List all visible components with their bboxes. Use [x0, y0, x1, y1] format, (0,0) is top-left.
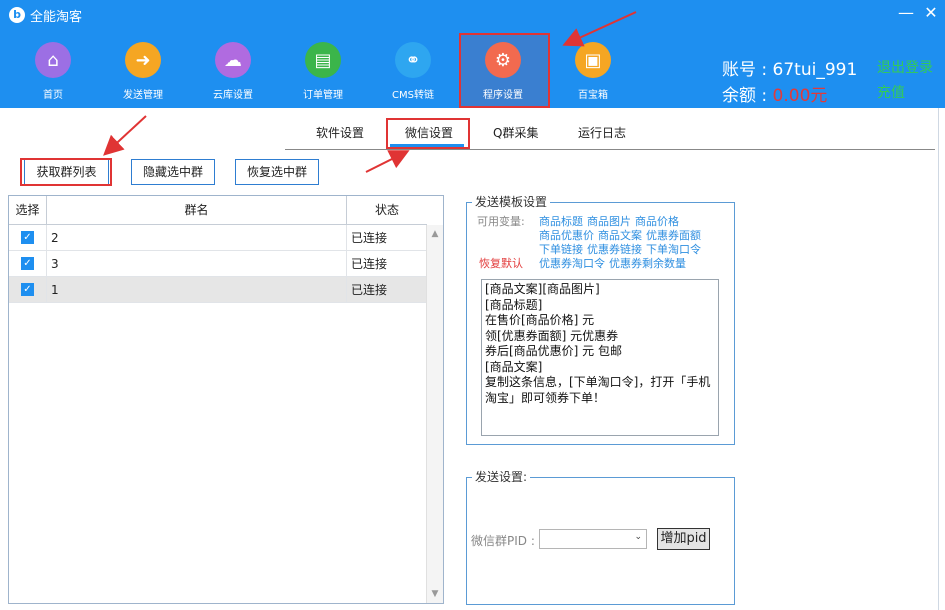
- send-settings-title: 发送设置:: [472, 468, 531, 485]
- var-coupon-remaining[interactable]: 优惠券剩余数量: [609, 255, 686, 271]
- tab-divider: [285, 149, 935, 150]
- tab-qq-collect[interactable]: Q群采集: [493, 124, 538, 141]
- group-table: 选择 群名 状态 ✓ 2 已连接 ✓ 3 已连接 ✓ 1 已连接 ▲ ▼: [8, 195, 444, 604]
- nav-label: 云库设置: [213, 90, 253, 101]
- subtab-bar: 软件设置 微信设置 Q群采集 运行日志: [0, 118, 945, 150]
- balance-row: 余额 : 0.00元: [722, 81, 827, 106]
- nav-item-home[interactable]: ⌂ 首页: [18, 42, 88, 104]
- cloud-icon: ☁: [215, 42, 251, 78]
- nav-label: 程序设置: [483, 90, 523, 101]
- column-header-status[interactable]: 状态: [347, 196, 427, 225]
- share-network-icon: ⚭: [395, 42, 431, 78]
- table-row[interactable]: ✓ 2 已连接: [9, 225, 427, 251]
- fetch-button-highlight: [20, 158, 112, 186]
- balance-label: 余额 :: [722, 86, 773, 106]
- row-checkbox[interactable]: ✓: [21, 231, 34, 244]
- nav-label: 订单管理: [303, 90, 343, 101]
- select-cell: ✓: [9, 251, 47, 277]
- gear-settings-icon: ⚙: [485, 42, 521, 78]
- template-settings-title: 发送模板设置: [472, 193, 551, 210]
- nav-item-program-settings[interactable]: ⚙ 程序设置: [468, 42, 538, 104]
- chevron-down-icon: ⌄: [634, 532, 642, 542]
- table-header: 选择 群名 状态: [9, 196, 427, 225]
- nav-label: CMS转链: [392, 90, 434, 101]
- group-name-cell: 2: [47, 225, 347, 251]
- app-logo-icon: b: [9, 7, 25, 23]
- nav-label: 首页: [43, 90, 63, 101]
- nav-label: 发送管理: [123, 90, 163, 101]
- tab-software-settings[interactable]: 软件设置: [316, 124, 364, 141]
- select-cell: ✓: [9, 277, 47, 303]
- window-right-border: [938, 108, 939, 610]
- arrow-to-wechat-tab: [365, 150, 410, 173]
- nav-item-cms[interactable]: ⚭ CMS转链: [378, 42, 448, 104]
- pid-label: 微信群PID :: [471, 534, 535, 548]
- nav-item-order-manage[interactable]: ▤ 订单管理: [288, 42, 358, 104]
- status-cell: 已连接: [351, 231, 388, 245]
- table-row[interactable]: ✓ 1 已连接: [9, 277, 427, 303]
- tab-run-log[interactable]: 运行日志: [578, 124, 626, 141]
- app-title: 全能淘客: [30, 10, 83, 25]
- send-file-icon: ➜: [125, 42, 161, 78]
- title-bar: b 全能淘客 — ✕: [0, 0, 945, 30]
- hide-selected-button[interactable]: 隐藏选中群: [131, 159, 215, 185]
- home-icon: ⌂: [35, 42, 71, 78]
- recharge-link[interactable]: 充值: [877, 82, 905, 102]
- status-cell: 已连接: [351, 257, 388, 271]
- restore-selected-button[interactable]: 恢复选中群: [235, 159, 319, 185]
- balance-value: 0.00元: [772, 86, 828, 106]
- row-checkbox[interactable]: ✓: [21, 257, 34, 270]
- restore-default-link[interactable]: 恢复默认: [479, 255, 523, 271]
- logout-link[interactable]: 退出登录: [877, 57, 933, 77]
- group-name-cell: 1: [47, 277, 347, 303]
- account-label: 账号 : 67tui_991: [722, 60, 858, 80]
- document-icon: ▤: [305, 42, 341, 78]
- select-cell: ✓: [9, 225, 47, 251]
- nav-item-toolbox[interactable]: ▣ 百宝箱: [558, 42, 628, 104]
- template-textarea[interactable]: [商品文案][商品图片] [商品标题] 在售价[商品价格] 元 领[优惠券面额]…: [481, 279, 719, 436]
- pid-select[interactable]: ⌄: [539, 529, 647, 549]
- table-row[interactable]: ✓ 3 已连接: [9, 251, 427, 277]
- scroll-down-icon[interactable]: ▼: [430, 589, 440, 599]
- table-scrollbar[interactable]: ▲ ▼: [426, 225, 443, 603]
- nav-item-cloud-settings[interactable]: ☁ 云库设置: [198, 42, 268, 104]
- nav-label: 百宝箱: [578, 90, 608, 101]
- group-name-cell: 3: [47, 251, 347, 277]
- scroll-up-icon[interactable]: ▲: [430, 229, 440, 239]
- add-pid-button[interactable]: 增加pid: [657, 528, 710, 550]
- top-header: b 全能淘客 — ✕ ⌂ 首页 ➜ 发送管理 ☁ 云库设置 ▤ 订单管理 ⚭ C…: [0, 0, 945, 108]
- row-checkbox[interactable]: ✓: [21, 283, 34, 296]
- status-cell: 已连接: [351, 283, 388, 297]
- column-header-select[interactable]: 选择: [9, 196, 47, 225]
- active-tab-highlight: [386, 118, 470, 149]
- minimize-button[interactable]: —: [895, 3, 917, 22]
- toolbox-icon: ▣: [575, 42, 611, 78]
- var-coupon-token[interactable]: 优惠券淘口令: [539, 255, 605, 271]
- nav-item-send-manage[interactable]: ➜ 发送管理: [108, 42, 178, 104]
- column-header-name[interactable]: 群名: [47, 196, 347, 225]
- close-button[interactable]: ✕: [920, 3, 942, 22]
- available-vars-label: 可用变量:: [477, 215, 525, 228]
